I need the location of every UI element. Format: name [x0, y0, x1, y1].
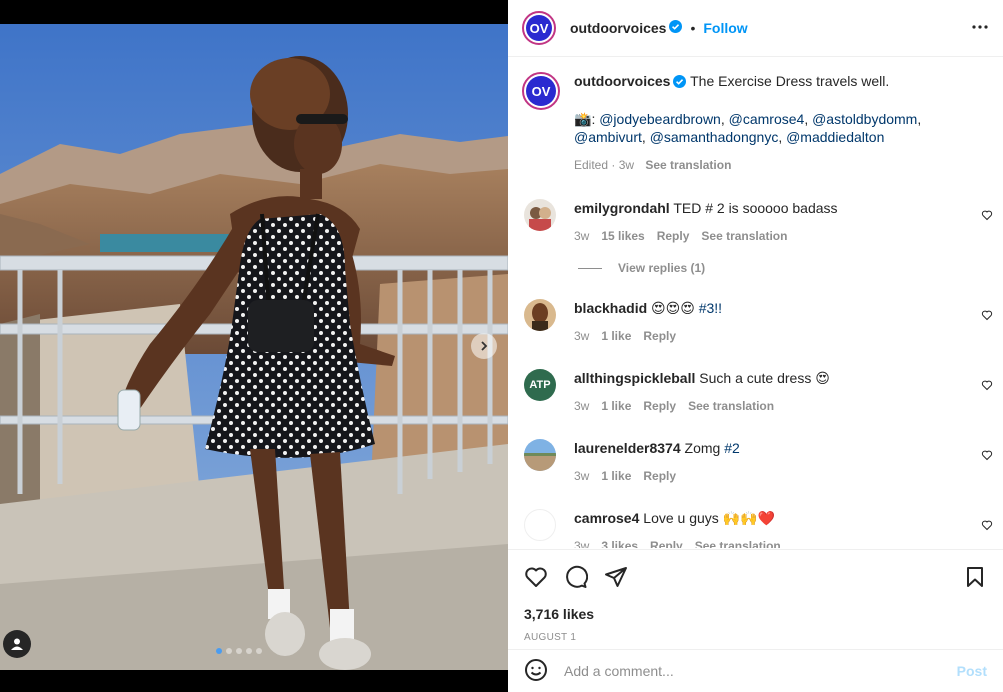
mention-link[interactable]: @astoldbydomm — [812, 111, 917, 127]
comment-text: Such a cute dress 😍 — [699, 370, 830, 386]
next-arrow-icon[interactable] — [471, 333, 497, 359]
avatar[interactable] — [524, 509, 556, 541]
post-date: AUGUST 1 — [524, 632, 577, 643]
post-media — [0, 0, 508, 692]
post-caption: OV outdoorvoices The Exercise Dress trav… — [508, 58, 1003, 174]
view-replies-button[interactable]: View replies (1) — [578, 261, 1003, 275]
comment-username[interactable]: laurenelder8374 — [574, 440, 681, 456]
see-translation-button[interactable]: See translation — [645, 158, 731, 172]
post-button[interactable]: Post — [957, 663, 987, 679]
comment-likes[interactable]: 1 like — [601, 397, 631, 415]
see-translation-button[interactable]: See translation — [688, 397, 774, 415]
likes-count[interactable]: 3,716 likes — [508, 590, 1003, 622]
avatar[interactable] — [524, 299, 556, 331]
mention-link[interactable]: @maddiedalton — [786, 129, 884, 145]
see-translation-button[interactable]: See translation — [701, 227, 787, 245]
reply-button[interactable]: Reply — [643, 327, 676, 345]
comment-time: 3w — [574, 399, 590, 413]
see-translation-button[interactable]: See translation — [695, 537, 781, 548]
comment-text: Love u guys 🙌🙌❤️ — [643, 510, 775, 526]
comment-likes[interactable]: 1 like — [601, 467, 631, 485]
edited-time: Edited · 3w — [574, 158, 635, 172]
comment-icon[interactable] — [564, 565, 588, 589]
comment-item: emilygrondahl TED # 2 is sooooo badass 3… — [508, 199, 1003, 245]
avatar[interactable] — [524, 439, 556, 471]
comment-input[interactable] — [564, 663, 957, 679]
comment-time: 3w — [574, 539, 590, 548]
comment-text: TED # 2 is sooooo badass — [673, 200, 838, 216]
user-tag-icon[interactable] — [3, 630, 31, 658]
verified-icon — [673, 74, 687, 92]
comments-list[interactable]: OV outdoorvoices The Exercise Dress trav… — [508, 58, 1003, 548]
reply-button[interactable]: Reply — [643, 397, 676, 415]
comment-item: blackhadid 😍😍😍 #3!! 3w 1 like Reply — [508, 299, 1003, 345]
post-side-panel: OV outdoorvoices • Follow OV outdoorvoic… — [508, 0, 1003, 692]
comment-time: 3w — [574, 229, 590, 243]
avatar[interactable] — [524, 199, 556, 231]
camera-emoji: 📸 — [574, 111, 592, 127]
comment-item: ATP allthingspickleball Such a cute dres… — [508, 369, 1003, 415]
save-icon[interactable] — [963, 565, 987, 589]
heart-icon[interactable] — [981, 208, 993, 224]
heart-icon[interactable] — [981, 448, 993, 464]
post-header: OV outdoorvoices • Follow — [508, 0, 1003, 57]
reply-button[interactable]: Reply — [643, 467, 676, 485]
caption-username[interactable]: outdoorvoices — [574, 73, 670, 89]
heart-icon[interactable] — [981, 518, 993, 534]
mention-link[interactable]: @ambivurt — [574, 129, 642, 145]
comment-emojis: 😍😍😍 — [651, 300, 695, 316]
comment-time: 3w — [574, 469, 590, 483]
comment-username[interactable]: allthingspickleball — [574, 370, 695, 386]
comment-likes[interactable]: 3 likes — [601, 537, 638, 548]
separator: • — [690, 20, 696, 36]
post-actions: 3,716 likes AUGUST 1 — [508, 549, 1003, 643]
hashtag-link[interactable]: #2 — [724, 440, 740, 456]
mention-link[interactable]: @samanthadongnyc — [650, 129, 779, 145]
heart-icon[interactable] — [981, 308, 993, 324]
header-username[interactable]: outdoorvoices — [570, 20, 666, 36]
comment-username[interactable]: camrose4 — [574, 510, 639, 526]
comment-item: camrose4 Love u guys 🙌🙌❤️ 3w 3 likes Rep… — [508, 509, 1003, 548]
comment-likes[interactable]: 15 likes — [601, 227, 644, 245]
reply-button[interactable]: Reply — [650, 537, 683, 548]
heart-icon[interactable] — [524, 565, 548, 589]
comment-time: 3w — [574, 329, 590, 343]
avatar[interactable]: OV — [522, 72, 560, 110]
heart-icon[interactable] — [981, 378, 993, 394]
verified-icon — [669, 20, 683, 36]
follow-button[interactable]: Follow — [703, 20, 747, 36]
comment-item: laurenelder8374 Zomg #2 3w 1 like Reply — [508, 439, 1003, 485]
post-photo[interactable] — [0, 24, 508, 670]
more-options-icon[interactable] — [971, 18, 989, 39]
comment-username[interactable]: blackhadid — [574, 300, 647, 316]
caption-text: The Exercise Dress travels well. — [690, 73, 890, 89]
avatar[interactable]: OV — [522, 11, 556, 45]
mention-link[interactable]: @jodyebeardbrown — [599, 111, 721, 127]
carousel-dots — [216, 648, 262, 654]
add-comment-bar: Post — [508, 649, 1003, 692]
comment-likes[interactable]: 1 like — [601, 327, 631, 345]
share-icon[interactable] — [604, 565, 628, 589]
hashtag-link[interactable]: #3!! — [699, 300, 722, 316]
emoji-icon[interactable] — [524, 658, 548, 685]
comment-text: Zomg — [684, 440, 721, 456]
reply-button[interactable]: Reply — [657, 227, 690, 245]
comment-username[interactable]: emilygrondahl — [574, 200, 670, 216]
mention-link[interactable]: @camrose4 — [729, 111, 805, 127]
avatar[interactable]: ATP — [524, 369, 556, 401]
